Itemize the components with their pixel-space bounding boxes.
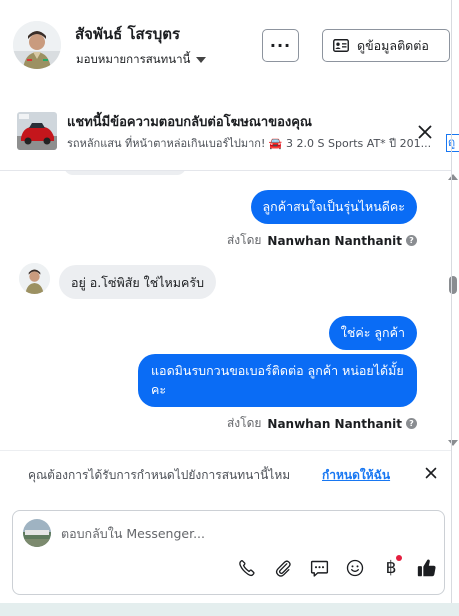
outgoing-message: แอดมินรบกวนขอเบอร์ติดต่อ ลูกค้า หน่อยได้… — [138, 354, 417, 407]
inbox-conversation-panel: สัจพันธ์ โสรบุตร มอบหมายการสนทนานี้ ··· … — [0, 0, 459, 603]
view-contact-info-label: ดูข้อมูลติดต่อ — [357, 37, 429, 53]
emoji-icon — [346, 559, 364, 577]
message-thread: ลูกค้าสนใจเป็นรุ่นไหนดีคะ ส่งโดย Nanwhan… — [0, 171, 451, 446]
assign-notice-bar: คุณต้องการได้รับการกำหนดไปยังการสนทนานี้… — [0, 450, 451, 497]
ad-banner-close-button[interactable] — [414, 121, 436, 143]
page-avatar — [23, 519, 51, 547]
outgoing-message: ลูกค้าสนใจเป็นรุ่นไหนดีคะ — [250, 190, 417, 224]
more-options-button[interactable]: ··· — [262, 29, 299, 62]
customer-avatar[interactable] — [13, 21, 61, 69]
reply-input[interactable] — [61, 523, 431, 543]
sent-by-label: ส่งโดย Nanwhan Nanthanit ? — [227, 231, 417, 250]
assign-to-me-link[interactable]: กำหนดให้ฉัน — [322, 466, 390, 485]
saved-replies-button[interactable] — [307, 556, 331, 580]
emoji-button[interactable] — [343, 556, 367, 580]
panel-border — [451, 0, 452, 603]
assign-conversation-dropdown[interactable]: มอบหมายการสนทนานี้ — [76, 51, 207, 69]
call-button[interactable] — [235, 556, 259, 580]
incoming-message: อยู่ อ.โซ่พิสัย ใช่ไหมครับ — [59, 265, 217, 299]
customer-name: สัจพันธ์ โสรบุตร — [75, 25, 181, 43]
baht-icon: ฿ — [385, 558, 397, 578]
sent-by-prefix: ส่งโดย — [226, 416, 262, 430]
conversation-header: สัจพันธ์ โสรบุตร มอบหมายการสนทนานี้ ··· … — [0, 0, 451, 93]
ad-banner-title: แชทนี้มีข้อความตอบกลับต่อโฆษณาของคุณ — [67, 115, 312, 130]
partial-incoming-bubble — [64, 171, 186, 175]
ad-reply-banner: แชทนี้มีข้อความตอบกลับต่อโฆษณาของคุณ รถห… — [0, 92, 459, 171]
sent-by-label: ส่งโดย Nanwhan Nanthanit ? — [227, 414, 417, 433]
assign-label: มอบหมายการสนทนานี้ — [76, 52, 191, 66]
ad-banner-subtitle: รถหลักแสน ที่หน้าตาหล่อเกินเบอร์ไปมาก! 🚘… — [67, 137, 432, 150]
ad-view-link[interactable]: ดู — [446, 134, 459, 152]
phone-icon — [239, 560, 255, 577]
customer-avatar-small — [19, 263, 50, 294]
sent-by-sender: Nanwhan Nanthanit — [267, 233, 402, 248]
close-icon — [418, 125, 432, 139]
ad-thumbnail — [17, 112, 57, 150]
scroll-down-arrow[interactable] — [448, 440, 458, 446]
bottom-background — [0, 603, 459, 616]
sent-by-sender: Nanwhan Nanthanit — [267, 416, 402, 431]
paperclip-icon — [275, 560, 291, 577]
id-card-icon — [333, 39, 349, 52]
assign-notice-text: คุณต้องการได้รับการกำหนดไปยังการสนทนานี้… — [28, 468, 291, 482]
thumbs-up-icon — [417, 559, 436, 577]
reply-composer: ฿ — [12, 510, 445, 595]
close-icon — [425, 467, 437, 479]
info-icon[interactable]: ? — [406, 418, 417, 429]
saved-reply-icon — [310, 560, 328, 577]
attach-file-button[interactable] — [271, 556, 295, 580]
notice-close-button[interactable] — [423, 465, 439, 481]
payment-button[interactable]: ฿ — [379, 555, 403, 580]
view-contact-info-button[interactable]: ดูข้อมูลติดต่อ — [322, 29, 450, 62]
outgoing-message: ใช่ค่ะ ลูกค้า — [328, 316, 417, 350]
caret-down-icon — [196, 56, 207, 63]
info-icon[interactable]: ? — [406, 235, 417, 246]
like-button[interactable] — [415, 556, 439, 580]
sent-by-prefix: ส่งโดย — [226, 233, 262, 247]
notification-dot — [396, 555, 402, 561]
scroll-up-arrow[interactable] — [448, 174, 458, 180]
